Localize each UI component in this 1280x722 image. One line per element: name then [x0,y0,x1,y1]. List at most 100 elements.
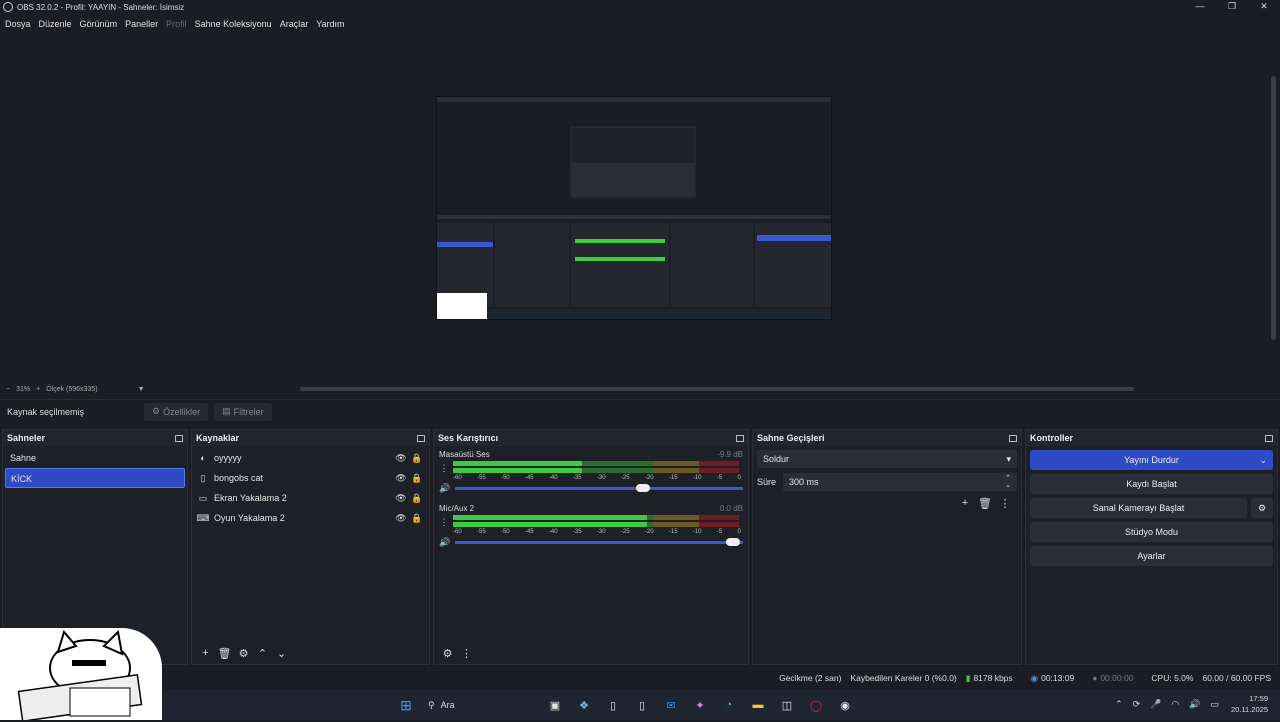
source-type-icon: ▭ [198,492,208,503]
taskbar-search[interactable]: ⚲ Ara [424,694,536,716]
controls-title: Kontroller [1030,433,1074,443]
menu-file[interactable]: Dosya [5,19,31,29]
battery-icon[interactable]: ▭ [1211,699,1220,710]
volume-slider-handle[interactable] [726,538,741,546]
scene-item-sahne[interactable]: Sahne [5,448,185,468]
source-properties-button[interactable]: ⚙ [234,647,253,660]
volume-slider-handle[interactable] [636,484,651,492]
spin-arrows-icon[interactable]: ⌃ ⌄ [1005,475,1011,489]
undock-icon[interactable] [1009,434,1017,442]
preview-vertical-scrollbar[interactable] [1271,76,1276,340]
menu-profile[interactable]: Profil [166,19,187,29]
file-explorer-icon[interactable]: ▬ [747,694,769,716]
maximize-button[interactable]: ❐ [1216,0,1248,14]
virtual-camera-label: Sanal Kamerayı Başlat [1092,503,1185,513]
add-transition-button[interactable]: + [955,497,975,510]
task-view-icon[interactable]: ▣ [544,694,566,716]
start-virtual-camera-button[interactable]: Sanal Kamerayı Başlat [1030,498,1247,518]
advanced-audio-icon[interactable]: ⚙ [438,647,457,660]
microphone-icon[interactable]: 🎤 [1150,699,1161,710]
widgets-icon[interactable]: ❖ [573,694,595,716]
document-icon[interactable]: ▯ [631,694,653,716]
menu-docks[interactable]: Paneller [125,19,158,29]
wifi-icon[interactable]: ◠ [1171,699,1179,710]
windows-start-icon[interactable]: ⊞ [395,694,417,716]
lock-icon[interactable]: 🔒 [409,473,425,484]
zoom-dropdown-icon[interactable]: ▼ [138,386,145,393]
menu-scene-collection[interactable]: Sahne Koleksiyonu [195,19,272,29]
lock-icon[interactable]: 🔒 [409,493,425,504]
transition-selected: Soldur [763,454,790,464]
studio-mode-button[interactable]: Stüdyo Modu [1030,522,1273,542]
preview-horizontal-scrollbar[interactable] [300,387,1134,391]
visibility-eye-icon[interactable]: 👁 [393,473,409,484]
scene-item-kick[interactable]: KİCK [5,468,185,488]
outlook-icon[interactable]: ✉ [660,694,682,716]
menu-view[interactable]: Görünüm [80,19,118,29]
menu-tools[interactable]: Araçlar [280,19,309,29]
obs-taskbar-icon[interactable]: ◉ [834,694,856,716]
undock-icon[interactable] [417,434,425,442]
visibility-eye-icon[interactable]: 👁 [393,453,409,464]
source-item[interactable]: ⌨ Oyun Yakalama 2 👁 🔒 [192,508,429,528]
transition-menu-icon[interactable]: ⋮ [995,497,1015,510]
source-item[interactable]: ▭ Ekran Yakalama 2 👁 🔒 [192,488,429,508]
start-recording-button[interactable]: Kaydı Başlat [1030,474,1273,494]
mixer-menu-icon[interactable]: ⋮ [457,647,476,660]
volume-slider[interactable] [454,538,743,546]
visibility-eye-icon[interactable]: 👁 [393,513,409,524]
minimize-button[interactable]: — [1184,0,1216,14]
undock-icon[interactable] [175,434,183,442]
channel-menu-icon[interactable]: ⋮ [439,517,449,528]
chevron-down-icon[interactable]: ⌄ [1259,455,1267,466]
clock[interactable]: 17:59 20.11.2025 [1231,693,1268,715]
source-item[interactable]: ▯ bongobs cat 👁 🔒 [192,468,429,488]
speaker-icon[interactable]: 🔊 [439,537,453,548]
no-source-selected-label: Kaynak seçilmemiş [7,406,85,417]
channel-name: Mic/Aux 2 [439,504,475,513]
close-button[interactable]: ✕ [1248,0,1280,14]
edge-browser-icon[interactable]: ◔ [718,694,740,716]
menu-edit[interactable]: Düzenle [39,19,72,29]
volume-icon[interactable]: 🔊 [1189,699,1200,710]
settings-button[interactable]: Ayarlar [1030,546,1273,566]
zoom-out-button[interactable]: − [6,386,10,393]
clock-date: 20.11.2025 [1231,705,1268,714]
transition-select[interactable]: Soldur ▾ [757,450,1017,468]
studio-mode-label: Stüdyo Modu [1124,527,1179,537]
remove-source-button[interactable]: 🗑 [215,647,234,660]
volume-slider[interactable] [454,484,743,492]
stop-stream-button[interactable]: Yayını Durdur ⌄ [1030,450,1273,470]
zoom-in-button[interactable]: + [36,386,40,393]
menu-help[interactable]: Yardım [316,19,344,29]
tray-overflow-icon[interactable]: ⌃ [1115,699,1123,710]
lock-icon[interactable]: 🔒 [409,513,425,524]
duration-spinbox[interactable]: 300 ms ⌃ ⌄ [783,473,1017,491]
opera-icon[interactable]: ◯ [805,694,827,716]
properties-button[interactable]: ⚙ Özellikler [144,402,209,421]
add-source-button[interactable]: + [196,647,215,659]
fps: 60.00 / 60.00 FPS [1202,673,1271,683]
channel-menu-icon[interactable]: ⋮ [439,463,449,474]
visibility-eye-icon[interactable]: 👁 [393,493,409,504]
stream-time: ◉ 00:13:09 [1031,673,1084,684]
meter-scale: -60 -55 -50 -45 -40 -35 -30 -25 -20 -15 -10 -5 0 [453,529,741,535]
speaker-icon[interactable]: 🔊 [439,483,453,494]
sources-dock-header: Kaynaklar [192,430,429,446]
sync-icon[interactable]: ⟳ [1133,699,1141,710]
remove-transition-button[interactable]: 🗑 [975,497,995,510]
channel-name: Masaüstü Ses [439,450,490,459]
lock-icon[interactable]: 🔒 [409,453,425,464]
program-preview[interactable] [436,96,832,320]
undock-icon[interactable] [736,434,744,442]
store-icon[interactable]: ◫ [776,694,798,716]
move-up-button[interactable]: ⌃ [253,647,272,660]
undock-icon[interactable] [1265,434,1273,442]
filters-button[interactable]: ▤ Filtreler [214,402,272,421]
copilot-icon[interactable]: ✦ [689,694,711,716]
move-down-button[interactable]: ⌄ [272,647,291,660]
windows-taskbar: ⊞ ⚲ Ara ▣ ❖ ▯ ▯ ✉ ✦ ◔ ▬ ◫ ◯ ◉ ⌃ ⟳ 🎤 ◠ 🔊 … [0,690,1280,720]
source-item[interactable]: ◐ oyyyyy 👁 🔒 [192,448,429,468]
file-icon[interactable]: ▯ [602,694,624,716]
virtual-camera-settings-button[interactable]: ⚙ [1251,498,1273,518]
